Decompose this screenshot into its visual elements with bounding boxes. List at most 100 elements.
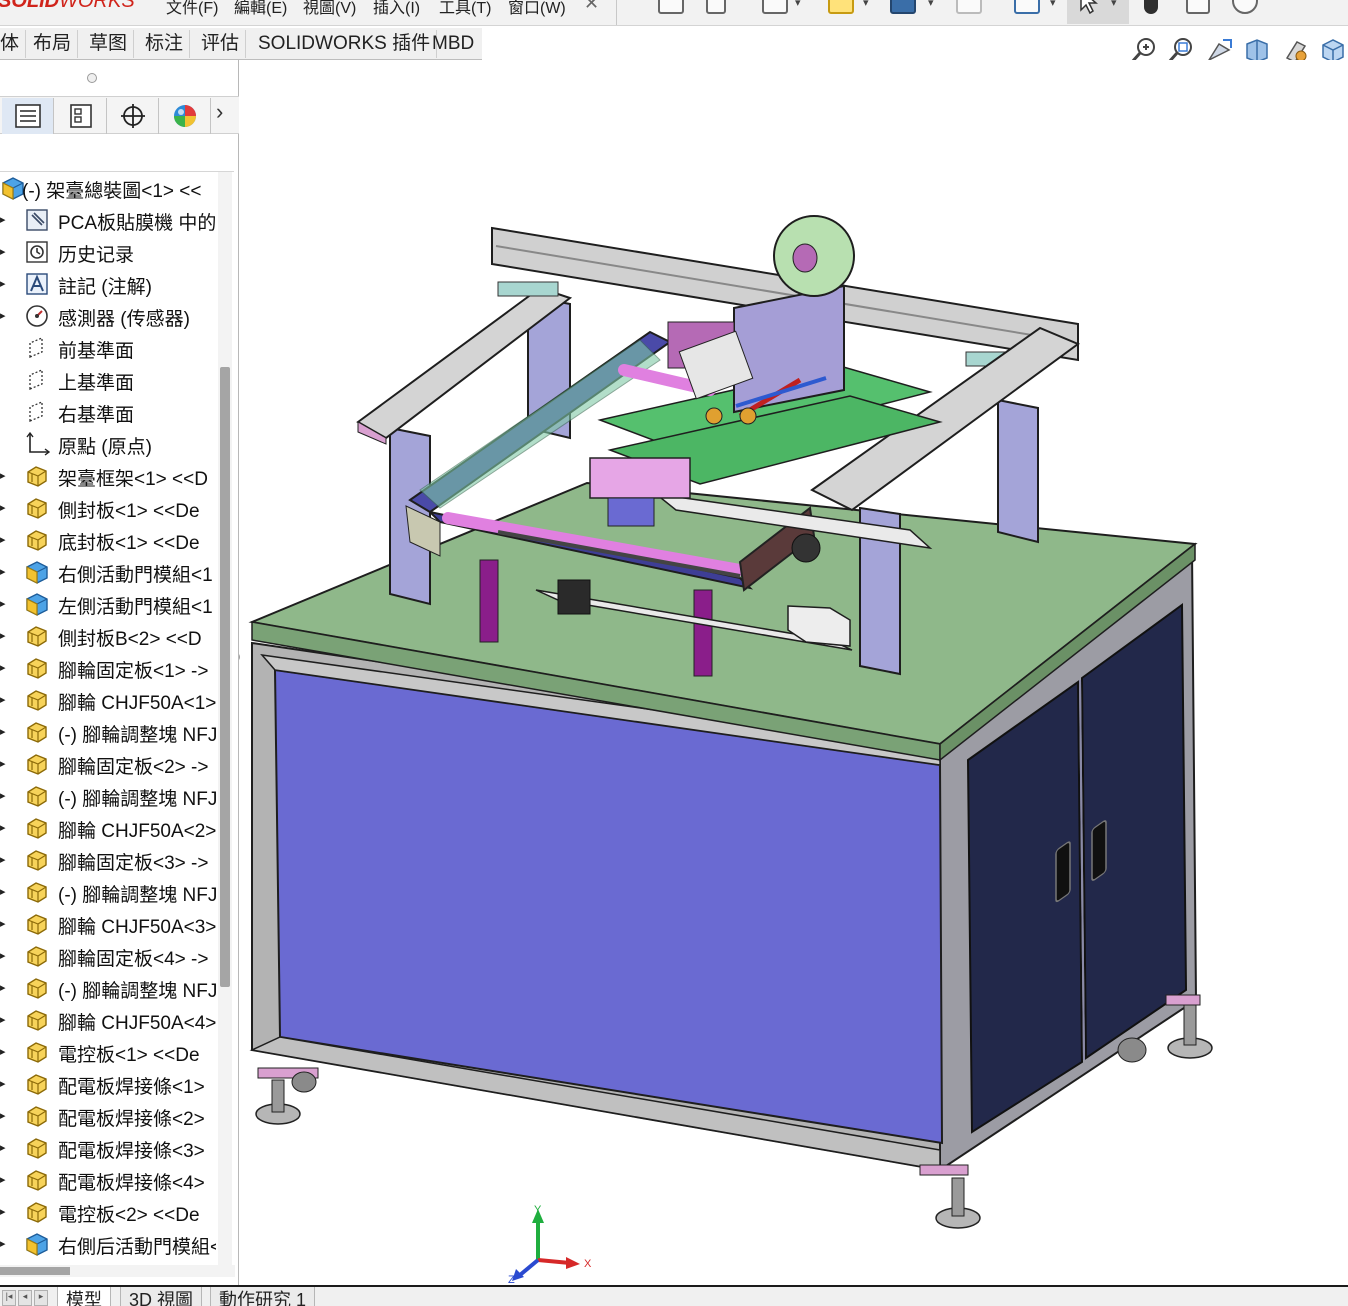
expand-toggle-icon[interactable]: ▸ (0, 885, 6, 898)
expand-toggle-icon[interactable]: ▸ (0, 309, 6, 322)
new-document-icon[interactable] (706, 0, 726, 14)
undo-icon[interactable] (956, 0, 982, 14)
tree-node[interactable]: ▸ (-) 腳輪調整塊 NFJ (0, 780, 216, 812)
print-icon[interactable] (890, 0, 916, 14)
expand-toggle-icon[interactable]: ▸ (0, 1173, 6, 1186)
cursor-select-icon[interactable] (1075, 0, 1101, 15)
expand-toggle-icon[interactable]: ▸ (0, 245, 6, 258)
file-properties-icon[interactable] (1186, 0, 1210, 14)
tab-3d-view[interactable]: 3D 視圖 (120, 1287, 203, 1306)
configuration-manager-icon[interactable] (107, 98, 159, 134)
menu-file[interactable]: 文件(F) (166, 0, 218, 18)
tree-node[interactable]: ▸ 電控板<2> <<De (0, 1196, 216, 1228)
menu-view[interactable]: 視圖(V) (303, 0, 356, 18)
tab-solidworks-addins[interactable]: SOLIDWORKS 插件 (252, 30, 438, 58)
expand-toggle-icon[interactable]: ▸ (0, 821, 6, 834)
door-handle-left[interactable] (1055, 841, 1071, 903)
expand-toggle-icon[interactable]: ▸ (0, 757, 6, 770)
tab-markup[interactable]: 标注 (139, 30, 191, 58)
tree-node[interactable]: ▸ 腳輪 CHJF50A<2> (0, 812, 216, 844)
tree-node[interactable]: ▸ 历史记录 (0, 236, 216, 268)
graphics-area[interactable]: Y X Z (240, 60, 1348, 1285)
tree-node[interactable]: ▸ 腳輪 CHJF50A<4> (0, 1004, 216, 1036)
pin-menu-icon[interactable]: ✕ (584, 0, 599, 14)
tab-motion-study[interactable]: 動作研究 1 (210, 1287, 316, 1306)
property-manager-icon[interactable] (55, 98, 107, 134)
expand-toggle-icon[interactable]: ▸ (0, 501, 6, 514)
rebuild-warning-icon[interactable] (828, 0, 854, 14)
menu-edit[interactable]: 編輯(E) (234, 0, 287, 18)
tree-vertical-scrollbar[interactable] (218, 172, 232, 1272)
tree-node[interactable]: 右基準面 (0, 396, 216, 428)
tree-node[interactable]: ▸ 腳輪固定板<4> -> (0, 940, 216, 972)
expand-toggle-icon[interactable]: ▸ (0, 1077, 6, 1090)
first-tab-icon[interactable]: |◂ (2, 1290, 16, 1306)
tree-node[interactable]: ▸ 腳輪固定板<2> -> (0, 748, 216, 780)
tab-body[interactable]: 体 (0, 30, 27, 58)
assembly-model-view[interactable] (240, 60, 1348, 1284)
tree-node[interactable]: ▸ 配電板焊接條<1> (0, 1068, 216, 1100)
tree-node[interactable]: ▸ 左側活動門模組<1 (0, 588, 216, 620)
tab-evaluate[interactable]: 评估 (195, 30, 247, 58)
expand-toggle-icon[interactable]: ▸ (0, 213, 6, 226)
expand-toggle-icon[interactable]: ▸ (0, 661, 6, 674)
tree-node[interactable]: 前基準面 (0, 332, 216, 364)
expand-toggle-icon[interactable]: ▸ (0, 789, 6, 802)
tree-node[interactable]: 原點 (原点) (0, 428, 216, 460)
chevron-down-icon[interactable]: ▾ (863, 0, 869, 9)
expand-toggle-icon[interactable]: ▸ (0, 629, 6, 642)
tree-node[interactable]: ▸ 側封板<1> <<De (0, 492, 216, 524)
traffic-light-icon[interactable] (1144, 0, 1158, 14)
panel-grip-handle[interactable] (87, 73, 97, 83)
tab-sketch[interactable]: 草图 (83, 30, 135, 58)
tree-node[interactable]: ▸ PCA板貼膜機 中的配 (0, 204, 216, 236)
expand-toggle-icon[interactable]: ▸ (0, 1013, 6, 1026)
expand-toggle-icon[interactable]: ▸ (0, 1237, 6, 1250)
expand-toggle-icon[interactable]: ▸ (0, 1045, 6, 1058)
tab-layout[interactable]: 布局 (27, 30, 79, 58)
tree-node[interactable]: ▸ 架臺框架<1> <<D (0, 460, 216, 492)
tree-node[interactable]: ▸ 右側后活動門模組< (0, 1228, 216, 1260)
scroll-thumb[interactable] (220, 367, 230, 987)
expand-toggle-icon[interactable]: ▸ (0, 1141, 6, 1154)
tree-node[interactable]: ▸ (-) 腳輪調整塊 NFJ (0, 716, 216, 748)
tree-node[interactable]: ▸ 感測器 (传感器) (0, 300, 216, 332)
tree-node[interactable]: ▸ 配電板焊接條<3> (0, 1132, 216, 1164)
chevron-down-icon[interactable]: ▾ (928, 0, 934, 9)
expand-toggle-icon[interactable]: ▸ (0, 949, 6, 962)
tree-node[interactable]: 上基準面 (0, 364, 216, 396)
tree-node[interactable]: ▸ 電控板<1> <<De (0, 1036, 216, 1068)
tree-node[interactable]: ▸ 配電板焊接條<4> (0, 1164, 216, 1196)
gear-icon[interactable] (1232, 0, 1258, 14)
tree-filter-box[interactable] (0, 134, 234, 172)
solidworks-logo[interactable]: SOLIDWORKS (0, 0, 135, 13)
scroll-thumb[interactable] (0, 1267, 70, 1275)
expand-toggle-icon[interactable]: ▸ (0, 853, 6, 866)
expand-toggle-icon[interactable]: ▸ (0, 469, 6, 482)
chevron-down-icon[interactable]: ▾ (1050, 0, 1056, 9)
expand-toggle-icon[interactable]: ▸ (0, 917, 6, 930)
tab-model[interactable]: 模型 (57, 1287, 111, 1306)
expand-toggle-icon[interactable]: ▸ (0, 277, 6, 290)
chevron-right-icon[interactable]: › (216, 99, 223, 125)
tree-node[interactable]: ▸ 腳輪固定板<3> -> (0, 844, 216, 876)
cabinet-door-left[interactable] (966, 680, 1084, 1134)
menu-window[interactable]: 窗口(W) (508, 0, 566, 18)
tree-node[interactable]: ▸ 配電板焊接條<2> (0, 1100, 216, 1132)
tree-node[interactable]: ▸ 側封板B<2> <<D (0, 620, 216, 652)
tree-node[interactable]: ▸ 腳輪固定板<1> -> (0, 652, 216, 684)
menu-tools[interactable]: 工具(T) (439, 0, 491, 18)
chevron-down-icon[interactable]: ▾ (795, 0, 801, 9)
open-icon[interactable] (762, 0, 788, 14)
appearance-manager-icon[interactable] (159, 98, 211, 134)
tab-mbd[interactable]: MBD (426, 30, 480, 58)
prev-tab-icon[interactable]: ◂ (18, 1290, 32, 1306)
tree-horizontal-scrollbar[interactable] (0, 1265, 235, 1277)
expand-toggle-icon[interactable]: ▸ (0, 1109, 6, 1122)
expand-toggle-icon[interactable]: ▸ (0, 597, 6, 610)
tree-node[interactable]: ▸ 右側活動門模組<1 (0, 556, 216, 588)
redo-icon[interactable] (1014, 0, 1040, 14)
expand-toggle-icon[interactable]: ▸ (0, 725, 6, 738)
expand-toggle-icon[interactable]: ▸ (0, 565, 6, 578)
tree-node[interactable]: ▸ (-) 腳輪調整塊 NFJ (0, 972, 216, 1004)
